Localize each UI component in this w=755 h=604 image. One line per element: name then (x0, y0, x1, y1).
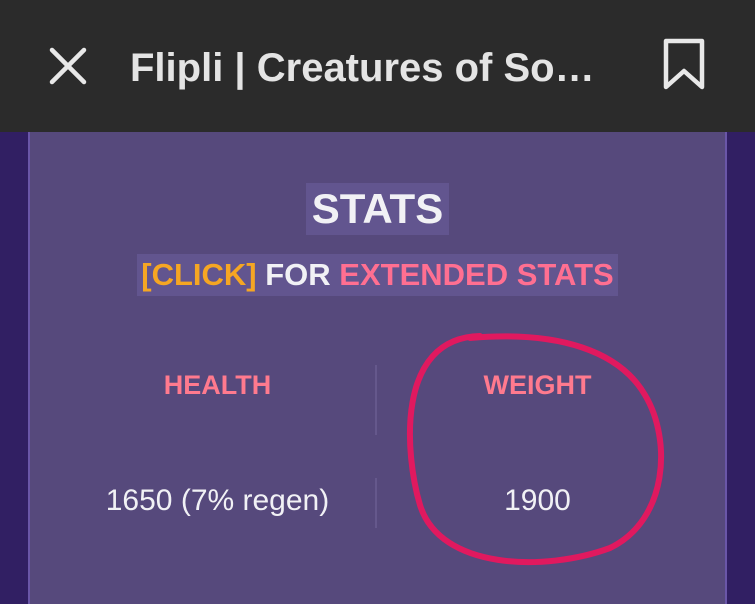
annotation-circle (406, 333, 665, 566)
